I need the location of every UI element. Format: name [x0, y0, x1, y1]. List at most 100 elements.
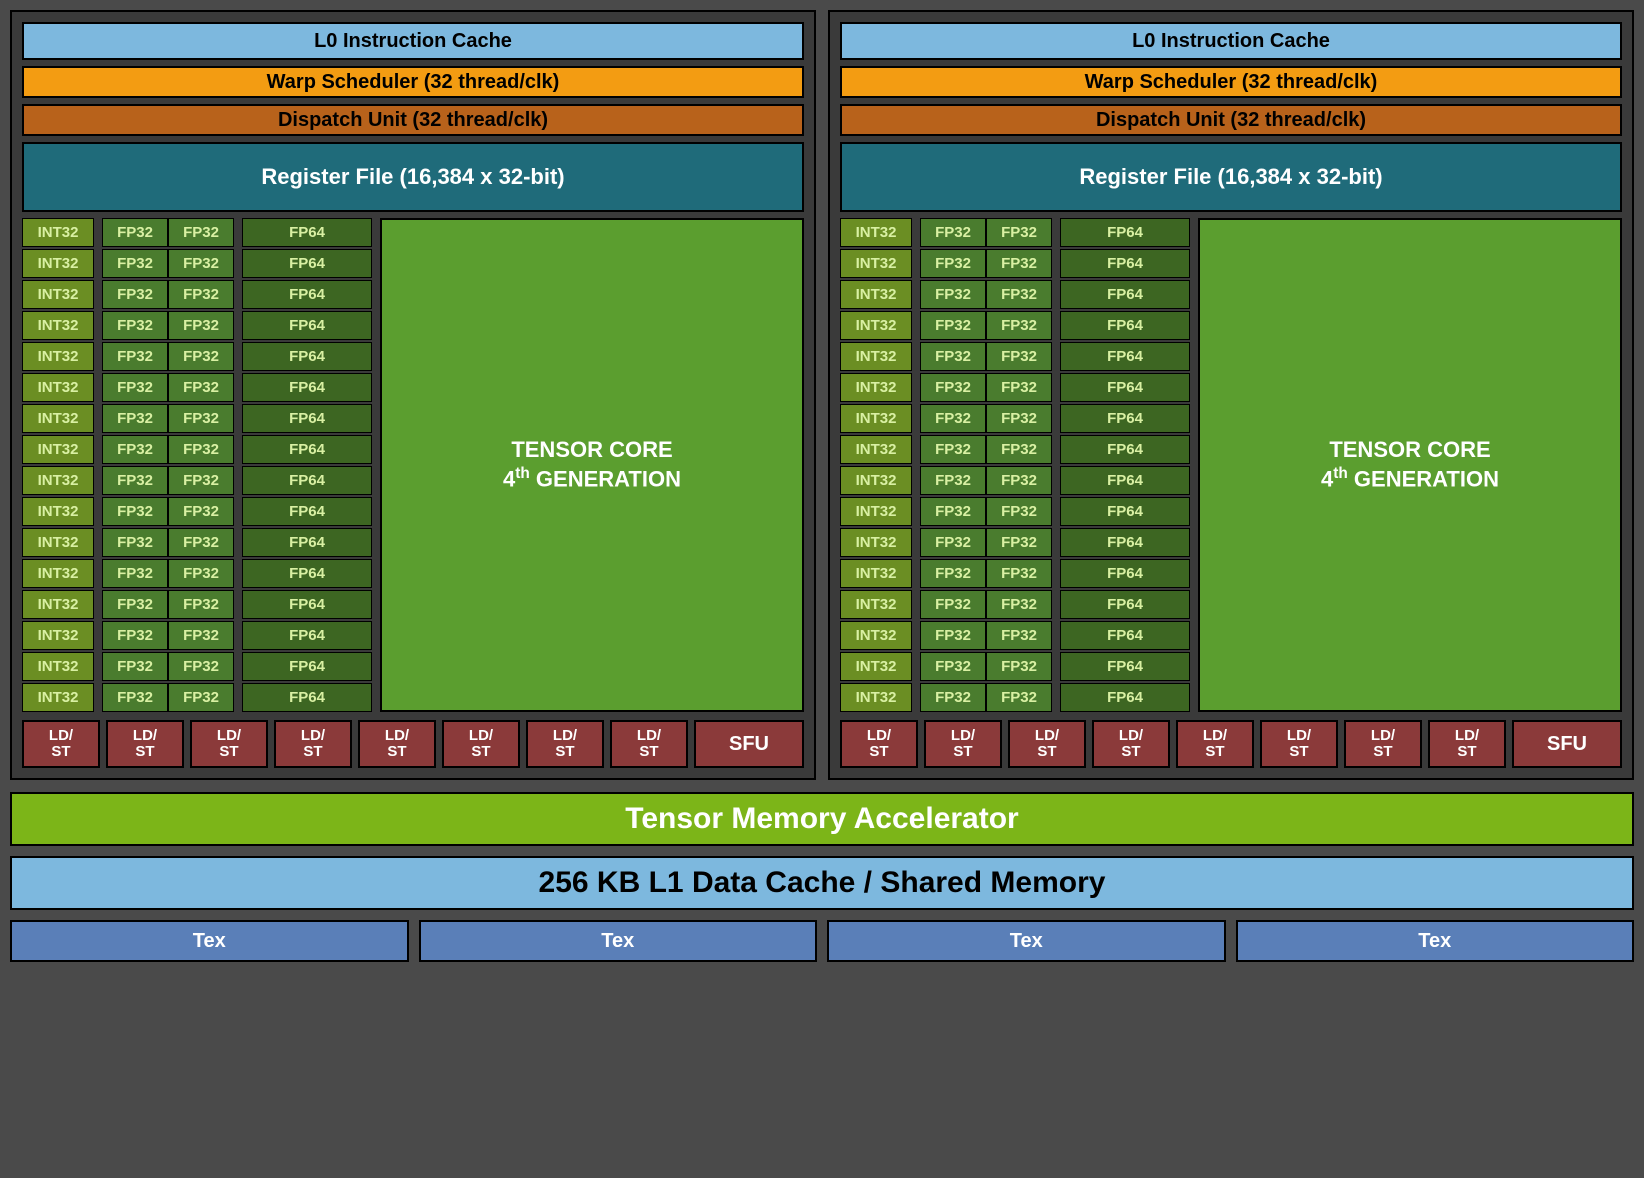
- tex-unit: Tex: [10, 920, 409, 962]
- fp64-unit: FP64: [242, 497, 372, 526]
- fp64-unit: FP64: [242, 311, 372, 340]
- fp32-column: FP32FP32FP32FP32FP32FP32FP32FP32FP32FP32…: [102, 218, 168, 712]
- l1-data-cache: 256 KB L1 Data Cache / Shared Memory: [10, 856, 1634, 910]
- fp32-unit: FP32: [986, 342, 1052, 371]
- fp32-unit: FP32: [920, 218, 986, 247]
- fp32-unit: FP32: [102, 621, 168, 650]
- dispatch-unit: Dispatch Unit (32 thread/clk): [840, 104, 1622, 136]
- int32-unit: INT32: [840, 404, 912, 433]
- load-store-unit: LD/ST: [1428, 720, 1506, 768]
- fp64-unit: FP64: [242, 652, 372, 681]
- int32-unit: INT32: [22, 373, 94, 402]
- warp-scheduler: Warp Scheduler (32 thread/clk): [840, 66, 1622, 98]
- gpu-sm-diagram: L0 Instruction CacheWarp Scheduler (32 t…: [10, 10, 1634, 962]
- fp32-unit: FP32: [920, 435, 986, 464]
- fp64-unit: FP64: [242, 435, 372, 464]
- fp32-unit: FP32: [920, 311, 986, 340]
- fp32-unit: FP32: [986, 218, 1052, 247]
- fp32-unit: FP32: [986, 404, 1052, 433]
- load-store-unit: LD/ST: [924, 720, 1002, 768]
- fp32-unit: FP32: [986, 373, 1052, 402]
- int32-unit: INT32: [840, 559, 912, 588]
- fp64-unit: FP64: [242, 466, 372, 495]
- sm-partition: L0 Instruction CacheWarp Scheduler (32 t…: [828, 10, 1634, 780]
- int32-unit: INT32: [840, 280, 912, 309]
- fp32-unit: FP32: [920, 497, 986, 526]
- fp32-unit: FP32: [102, 404, 168, 433]
- int32-unit: INT32: [840, 683, 912, 712]
- fp32-unit: FP32: [102, 528, 168, 557]
- fp32-unit: FP32: [920, 590, 986, 619]
- fp32-unit: FP32: [102, 683, 168, 712]
- tex-unit: Tex: [1236, 920, 1635, 962]
- fp64-unit: FP64: [1060, 590, 1190, 619]
- fp32-unit: FP32: [168, 466, 234, 495]
- load-store-unit: LD/ST: [190, 720, 268, 768]
- fp32-unit: FP32: [102, 218, 168, 247]
- fp64-unit: FP64: [1060, 218, 1190, 247]
- fp64-unit: FP64: [1060, 683, 1190, 712]
- int32-unit: INT32: [22, 218, 94, 247]
- int32-unit: INT32: [22, 466, 94, 495]
- fp32-unit: FP32: [986, 559, 1052, 588]
- int32-unit: INT32: [840, 652, 912, 681]
- fp32-unit: FP32: [102, 435, 168, 464]
- fp32-unit: FP32: [986, 435, 1052, 464]
- load-store-row: LD/STLD/STLD/STLD/STLD/STLD/STLD/STLD/ST…: [840, 720, 1622, 768]
- fp64-unit: FP64: [1060, 249, 1190, 278]
- fp32-unit: FP32: [102, 342, 168, 371]
- int32-unit: INT32: [22, 652, 94, 681]
- int32-unit: INT32: [22, 497, 94, 526]
- fp32-unit: FP32: [986, 621, 1052, 650]
- fp32-unit: FP32: [920, 528, 986, 557]
- load-store-unit: LD/ST: [1008, 720, 1086, 768]
- fp32-unit: FP32: [168, 528, 234, 557]
- tensor-core-label-line2: 4th GENERATION: [503, 464, 681, 494]
- fp32-column: FP32FP32FP32FP32FP32FP32FP32FP32FP32FP32…: [986, 218, 1052, 712]
- fp64-unit: FP64: [242, 342, 372, 371]
- fp64-unit: FP64: [1060, 342, 1190, 371]
- tex-row: TexTexTexTex: [10, 920, 1634, 962]
- int32-unit: INT32: [840, 249, 912, 278]
- fp32-unit: FP32: [168, 404, 234, 433]
- fp32-unit: FP32: [920, 652, 986, 681]
- fp32-unit: FP32: [168, 435, 234, 464]
- fp64-unit: FP64: [1060, 466, 1190, 495]
- int32-unit: INT32: [840, 342, 912, 371]
- fp32-column: FP32FP32FP32FP32FP32FP32FP32FP32FP32FP32…: [168, 218, 234, 712]
- load-store-row: LD/STLD/STLD/STLD/STLD/STLD/STLD/STLD/ST…: [22, 720, 804, 768]
- fp64-unit: FP64: [242, 218, 372, 247]
- int32-unit: INT32: [22, 528, 94, 557]
- tensor-core-label-line2: 4th GENERATION: [1321, 464, 1499, 494]
- fp64-unit: FP64: [242, 683, 372, 712]
- fp32-unit: FP32: [986, 528, 1052, 557]
- int32-unit: INT32: [22, 404, 94, 433]
- fp64-unit: FP64: [1060, 528, 1190, 557]
- int32-unit: INT32: [840, 311, 912, 340]
- fp64-unit: FP64: [1060, 404, 1190, 433]
- tensor-core: TENSOR CORE4th GENERATION: [380, 218, 804, 712]
- fp32-unit: FP32: [920, 621, 986, 650]
- dispatch-unit: Dispatch Unit (32 thread/clk): [22, 104, 804, 136]
- tensor-core-label-line1: TENSOR CORE: [511, 436, 672, 465]
- fp64-unit: FP64: [1060, 435, 1190, 464]
- fp64-unit: FP64: [242, 528, 372, 557]
- fp64-unit: FP64: [1060, 559, 1190, 588]
- fp64-column: FP64FP64FP64FP64FP64FP64FP64FP64FP64FP64…: [242, 218, 372, 712]
- sfu-unit: SFU: [1512, 720, 1622, 768]
- fp32-unit: FP32: [102, 373, 168, 402]
- tensor-memory-accelerator: Tensor Memory Accelerator: [10, 792, 1634, 846]
- fp32-unit: FP32: [168, 683, 234, 712]
- int32-column: INT32INT32INT32INT32INT32INT32INT32INT32…: [22, 218, 94, 712]
- fp64-unit: FP64: [1060, 280, 1190, 309]
- tex-unit: Tex: [419, 920, 818, 962]
- fp64-unit: FP64: [1060, 652, 1190, 681]
- sfu-unit: SFU: [694, 720, 804, 768]
- fp32-unit: FP32: [920, 249, 986, 278]
- fp32-unit: FP32: [102, 311, 168, 340]
- fp32-unit: FP32: [920, 342, 986, 371]
- execution-units-row: INT32INT32INT32INT32INT32INT32INT32INT32…: [22, 218, 804, 712]
- int32-unit: INT32: [840, 528, 912, 557]
- tensor-core-label-line1: TENSOR CORE: [1329, 436, 1490, 465]
- int32-unit: INT32: [840, 466, 912, 495]
